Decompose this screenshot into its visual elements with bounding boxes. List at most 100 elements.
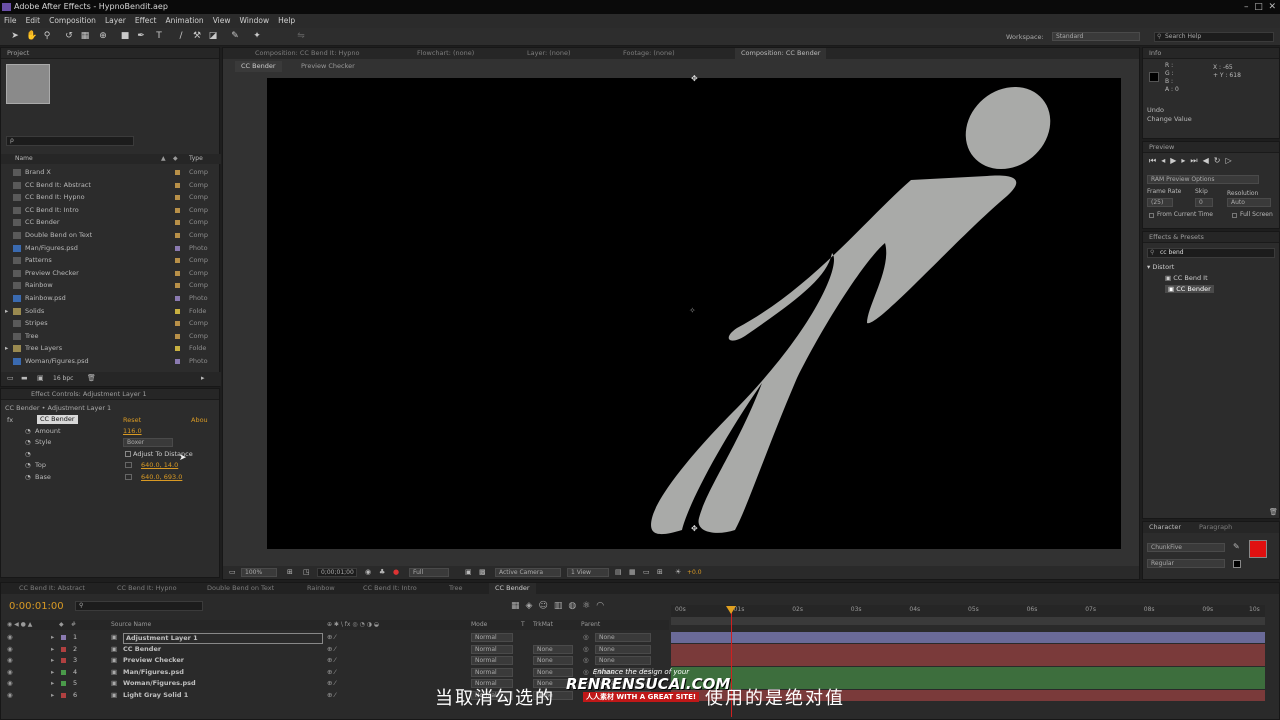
anchor-top-icon[interactable]: ✥ <box>691 74 698 83</box>
video-visibility-icon[interactable]: ◉ <box>7 644 13 656</box>
from-current-time-checkbox[interactable] <box>1149 213 1154 218</box>
hand-tool-icon[interactable]: ✋ <box>26 31 37 42</box>
label-color-swatch[interactable] <box>175 170 180 175</box>
mask-visibility-icon[interactable]: ◳ <box>303 568 310 576</box>
layer-switches-icons[interactable]: ⊕ ⁄ <box>327 655 336 667</box>
style-dropdown[interactable]: Boxer <box>123 438 173 447</box>
expand-layer-icon[interactable]: ▸ <box>51 667 54 679</box>
tab-layer[interactable]: Layer: (none) <box>527 48 571 59</box>
black-swatch[interactable] <box>1233 560 1241 568</box>
scroll-right-icon[interactable]: ▸ <box>201 374 205 382</box>
project-panel-tab[interactable]: Project <box>1 48 219 59</box>
layer-switches-icons[interactable]: ⊕ ⁄ <box>327 667 336 679</box>
zoom-tool-icon[interactable]: ⚲ <box>42 31 52 42</box>
parent-dropdown[interactable]: None <box>595 656 651 665</box>
project-item[interactable]: CC Bend It: Intro Comp <box>1 204 221 217</box>
draft-3d-icon[interactable]: ◈ <box>526 601 539 611</box>
menu-composition[interactable]: Composition <box>49 14 96 28</box>
expand-layer-icon[interactable]: ▸ <box>51 655 54 667</box>
grid-icon[interactable]: ⊞ <box>287 568 293 576</box>
layer-switches-icons[interactable]: ⊕ ⁄ <box>327 632 336 644</box>
parent-dropdown[interactable]: None <box>595 644 651 654</box>
snapshot-icon[interactable]: ◉ <box>365 568 371 576</box>
clone-stamp-tool-icon[interactable]: ⚒ <box>192 31 202 42</box>
work-area-bar[interactable] <box>671 617 1265 625</box>
delete-icon[interactable]: 🗑 <box>87 374 96 382</box>
menu-window[interactable]: Window <box>240 14 270 28</box>
parent-pickwhip-icon[interactable]: ◎ <box>583 632 589 644</box>
effect-name-label[interactable]: CC Bender <box>37 415 78 424</box>
toggle-pixel-aspect-icon[interactable]: ▤ <box>615 568 622 576</box>
window-controls[interactable]: – □ ✕ <box>1244 0 1276 14</box>
timeline-tab[interactable]: CC Bend It: Hypno <box>117 583 177 594</box>
label-color-swatch[interactable] <box>175 233 180 238</box>
name-column-header[interactable]: Name <box>15 154 33 164</box>
project-item[interactable]: Brand X Comp <box>1 166 221 179</box>
play-icon[interactable]: ▶ <box>1170 156 1181 165</box>
minimize-icon[interactable]: – <box>1244 2 1249 12</box>
layer-duration-bar[interactable] <box>671 632 1265 643</box>
search-help-input[interactable]: Search Help <box>1154 32 1274 42</box>
brush-tool-icon[interactable]: / <box>176 31 186 42</box>
layer-row[interactable]: ◉ ▸ 3 ▣ Preview Checker ⊕ ⁄ Normal None ◎ None <box>1 655 1280 667</box>
label-color-swatch[interactable] <box>61 635 66 640</box>
expand-triangle-icon[interactable]: ▸ <box>5 305 8 318</box>
label-color-swatch[interactable] <box>175 270 180 276</box>
tab-character[interactable]: Character <box>1149 522 1181 533</box>
selection-tool-icon[interactable]: ➤ <box>10 31 20 42</box>
label-color-swatch[interactable] <box>61 669 66 675</box>
tab-composition-cc-bender[interactable]: Composition: CC Bender <box>735 48 827 59</box>
blend-mode-dropdown[interactable]: Normal <box>471 667 513 677</box>
project-item[interactable]: CC Bend It: Hypno Comp <box>1 191 221 204</box>
eyedropper-icon[interactable]: ✎ <box>1233 542 1240 551</box>
text-tool-icon[interactable]: T <box>154 31 164 42</box>
menu-animation[interactable]: Animation <box>165 14 203 28</box>
camera-tool-icon[interactable]: ▦ <box>80 31 90 42</box>
label-color-swatch[interactable] <box>175 333 180 339</box>
graph-editor-icon[interactable]: ◠ <box>596 601 610 611</box>
label-color-swatch[interactable] <box>175 296 180 301</box>
info-panel-tab[interactable]: Info <box>1143 48 1279 59</box>
type-column-header[interactable]: Type <box>189 154 203 164</box>
video-visibility-icon[interactable]: ◉ <box>7 667 13 679</box>
project-item[interactable]: Stripes Comp <box>1 317 221 330</box>
anchor-base-icon[interactable]: ✥ <box>691 524 698 533</box>
effects-search-input[interactable]: cc bend <box>1147 248 1275 258</box>
label-color-swatch[interactable] <box>175 283 180 289</box>
stopwatch-icon[interactable]: ◔ <box>25 473 31 481</box>
always-preview-icon[interactable]: ▭ <box>229 568 236 576</box>
timeline-tab[interactable]: Rainbow <box>307 583 335 594</box>
stopwatch-icon[interactable]: ◔ <box>25 450 31 458</box>
shy-icon[interactable]: ☺ <box>538 601 553 611</box>
blend-mode-dropdown[interactable]: Normal <box>471 633 513 642</box>
workspace-dropdown[interactable]: Standard <box>1052 32 1140 41</box>
amount-value[interactable]: 116.0 <box>123 427 142 435</box>
track-matte-dropdown[interactable]: None <box>533 644 573 654</box>
tab-flowchart[interactable]: Flowchart: (none) <box>417 48 474 59</box>
fill-color-swatch[interactable] <box>1249 540 1267 558</box>
layer-name[interactable]: CC Bender <box>123 644 161 656</box>
motion-blur-icon[interactable]: ◍ <box>568 601 582 611</box>
view-layout-dropdown[interactable]: 1 View <box>567 568 609 577</box>
timeline-timecode[interactable]: 0:00:01:00 <box>9 601 64 612</box>
full-screen-checkbox[interactable] <box>1232 213 1237 218</box>
sort-arrow-icon[interactable]: ▲ <box>161 154 166 164</box>
mode-header[interactable]: Mode <box>471 620 487 630</box>
channel-icon[interactable]: ● <box>393 568 399 576</box>
label-color-swatch[interactable] <box>175 359 180 364</box>
timeline-tab[interactable]: CC Bend It: Abstract <box>19 583 85 594</box>
subtab-preview-checker[interactable]: Preview Checker <box>301 61 355 72</box>
about-link[interactable]: Abou <box>191 416 208 424</box>
expand-layer-icon[interactable]: ▸ <box>51 644 54 656</box>
region-of-interest-icon[interactable]: ▣ <box>465 568 472 576</box>
label-color-swatch[interactable] <box>175 308 180 314</box>
timeline-icon[interactable]: ▭ <box>643 568 650 576</box>
crosshair-icon[interactable] <box>125 462 132 468</box>
label-color-swatch[interactable] <box>175 245 180 251</box>
new-folder-icon[interactable]: ▬ <box>21 374 28 382</box>
timeline-tab[interactable]: CC Bender <box>489 583 536 594</box>
tab-footage[interactable]: Footage: (none) <box>623 48 675 59</box>
distort-category[interactable]: ▾ Distort <box>1147 263 1174 271</box>
blend-mode-dropdown[interactable]: Normal <box>471 656 513 665</box>
resolution-dropdown[interactable]: Full <box>409 568 449 577</box>
